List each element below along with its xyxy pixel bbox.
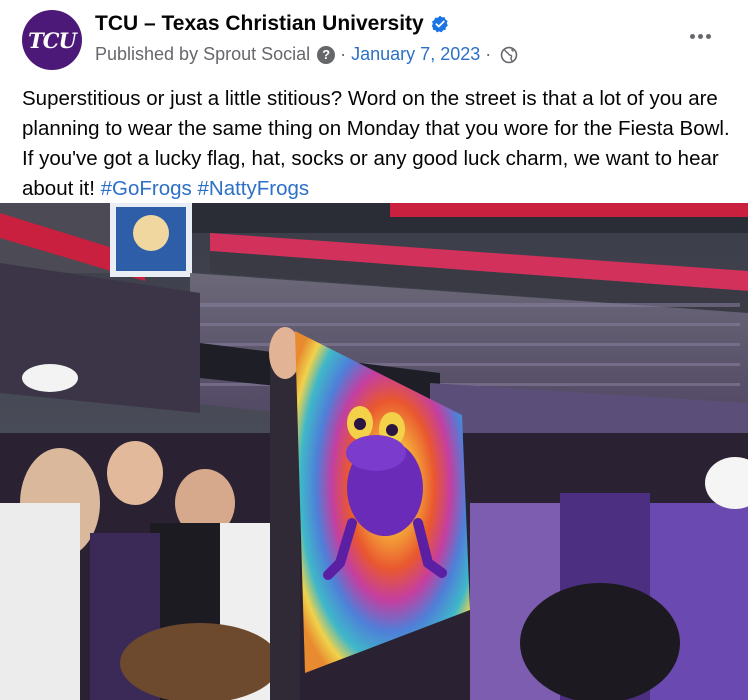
post-photo[interactable] xyxy=(0,203,748,700)
verified-badge-icon xyxy=(431,15,448,33)
hashtag-link[interactable]: #NattyFrogs xyxy=(198,177,310,200)
meta-separator: · xyxy=(485,44,492,64)
avatar-logo-text: TCU xyxy=(28,27,77,53)
meta-separator: · xyxy=(340,44,347,64)
hashtag-link[interactable]: #GoFrogs xyxy=(101,177,192,200)
post-caption: Superstitious or just a little stitious?… xyxy=(22,84,734,204)
post-header: TCU TCU – Texas Christian University Pub… xyxy=(0,0,748,80)
page-name-row: TCU – Texas Christian University xyxy=(95,12,449,36)
globe-icon[interactable] xyxy=(500,46,518,64)
help-icon[interactable]: ? xyxy=(317,45,336,64)
post-meta: Published by Sprout Social ? · January 7… xyxy=(95,44,518,65)
stadium-photo-illustration xyxy=(0,203,748,700)
page-avatar[interactable]: TCU xyxy=(22,10,82,70)
post-date-link[interactable]: January 7, 2023 xyxy=(351,44,480,65)
more-options-icon[interactable] xyxy=(686,22,714,50)
publisher-text: Published by Sprout Social xyxy=(95,44,311,64)
page-name[interactable]: TCU – Texas Christian University xyxy=(95,12,424,36)
